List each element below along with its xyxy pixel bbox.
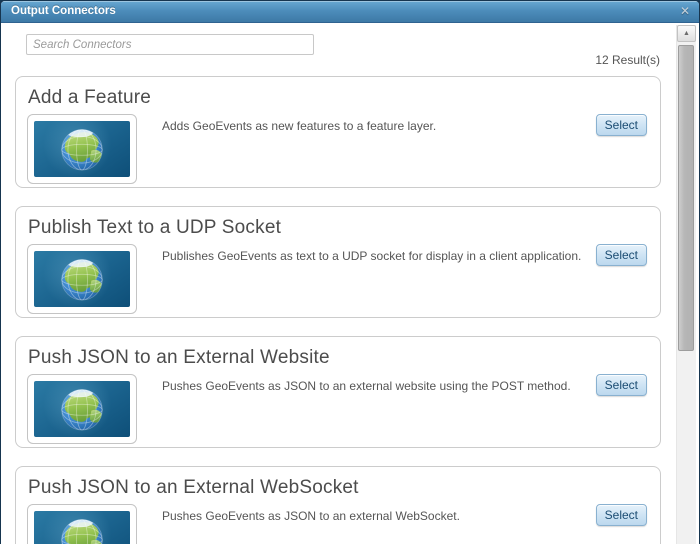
connector-description: Publishes GeoEvents as text to a UDP soc… bbox=[162, 249, 582, 263]
connector-description: Adds GeoEvents as new features to a feat… bbox=[162, 119, 437, 133]
connector-card: Publish Text to a UDP Socket Publishes G… bbox=[15, 206, 661, 318]
select-button[interactable]: Select bbox=[595, 374, 647, 396]
connector-description: Pushes GeoEvents as JSON to an external … bbox=[162, 379, 571, 393]
connector-thumbnail bbox=[27, 244, 137, 314]
results-count: 12 Result(s) bbox=[595, 53, 660, 67]
connector-title: Push JSON to an External WebSocket bbox=[28, 477, 359, 498]
dialog-body: 12 Result(s) Add a Feature bbox=[1, 23, 699, 544]
connector-thumbnail bbox=[27, 114, 137, 184]
connector-list: Add a Feature Adds GeoEvents as new feat… bbox=[15, 76, 661, 544]
globe-icon bbox=[34, 121, 130, 177]
connector-description: Pushes GeoEvents as JSON to an external … bbox=[162, 509, 460, 523]
connector-card: Add a Feature Adds GeoEvents as new feat… bbox=[15, 76, 661, 188]
close-icon[interactable]: ✕ bbox=[680, 1, 690, 21]
connector-title: Publish Text to a UDP Socket bbox=[28, 217, 282, 238]
globe-icon bbox=[34, 511, 130, 544]
dialog-header: Output Connectors ✕ bbox=[1, 1, 699, 23]
globe-icon bbox=[34, 381, 130, 437]
output-connectors-dialog: Output Connectors ✕ 12 Result(s) Add a F… bbox=[0, 0, 700, 544]
search-input[interactable] bbox=[26, 34, 314, 55]
connector-card: Push JSON to an External Website Pushes … bbox=[15, 336, 661, 448]
select-button[interactable]: Select bbox=[595, 114, 647, 136]
scrollbar-thumb[interactable] bbox=[678, 45, 694, 351]
connector-card: Push JSON to an External WebSocket Pushe… bbox=[15, 466, 661, 544]
globe-icon bbox=[34, 251, 130, 307]
scrollbar: ▲ bbox=[676, 25, 696, 544]
connector-title: Push JSON to an External Website bbox=[28, 347, 330, 368]
scroll-up-icon[interactable]: ▲ bbox=[677, 25, 696, 42]
connector-thumbnail bbox=[27, 504, 137, 544]
select-button[interactable]: Select bbox=[595, 504, 647, 526]
connector-title: Add a Feature bbox=[28, 87, 152, 108]
select-button[interactable]: Select bbox=[595, 244, 647, 266]
dialog-title: Output Connectors bbox=[11, 5, 116, 17]
connector-thumbnail bbox=[27, 374, 137, 444]
